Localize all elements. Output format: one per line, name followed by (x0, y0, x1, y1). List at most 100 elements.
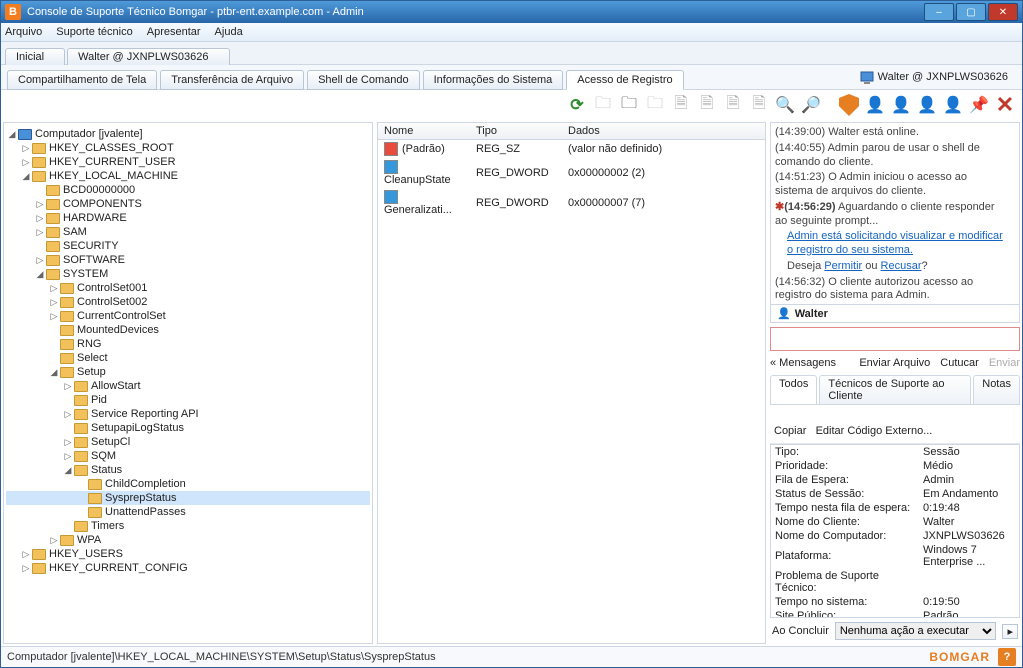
menu-present[interactable]: Apresentar (147, 26, 201, 38)
tree-item[interactable]: ▷HKEY_CLASSES_ROOT (6, 141, 370, 155)
table-row[interactable]: CleanupStateREG_DWORD0x00000002 (2) (378, 158, 765, 188)
tree-item[interactable]: ▷SQM (6, 449, 370, 463)
send-button[interactable]: Enviar (989, 357, 1020, 369)
tree-item[interactable]: UnattendPasses (6, 505, 370, 519)
table-row[interactable]: (Padrão)REG_SZ(valor não definido) (378, 140, 765, 159)
tree-item-selected[interactable]: SysprepStatus (6, 491, 370, 505)
main-area: ◢Computador [jvalente] ▷HKEY_CLASSES_ROO… (1, 120, 1022, 646)
chat-entry: (14:40:55) Admin parou de usar o shell d… (775, 142, 1007, 170)
tree-item[interactable]: ▷ControlSet001 (6, 281, 370, 295)
info-tab-notes[interactable]: Notas (973, 375, 1020, 404)
chat-deny-link[interactable]: Recusar (881, 260, 922, 272)
registry-tree[interactable]: ◢Computador [jvalente] ▷HKEY_CLASSES_ROO… (4, 123, 372, 579)
reg-action-6-icon[interactable]: 🗎 (722, 94, 744, 116)
chat-log: (14:39:00) Walter está online. (14:40:55… (770, 122, 1020, 305)
nudge-button[interactable]: Cutucar (940, 357, 979, 369)
info-tab-techs[interactable]: Técnicos de Suporte ao Cliente (819, 375, 971, 404)
reg-value-icon (384, 160, 398, 174)
user-remove-icon[interactable]: 👤 (916, 94, 938, 116)
reg-action-1-icon[interactable]: 🗀 (592, 94, 614, 116)
status-path: Computador [jvalente]\HKEY_LOCAL_MACHINE… (7, 651, 929, 663)
registry-values-table[interactable]: Nome Tipo Dados (Padrão)REG_SZ(valor não… (378, 123, 765, 218)
help-button[interactable]: ? (998, 648, 1016, 666)
tree-item[interactable]: SECURITY (6, 239, 370, 253)
edit-external-action[interactable]: Editar Código Externo... (816, 425, 933, 437)
tree-item[interactable]: ◢HKEY_LOCAL_MACHINE (6, 169, 370, 183)
chat-entry: (14:56:32) O cliente autorizou acesso ao… (775, 276, 1007, 304)
table-row[interactable]: Generalizati...REG_DWORD0x00000007 (7) (378, 188, 765, 218)
tree-item[interactable]: ▷HARDWARE (6, 211, 370, 225)
tree-item[interactable]: ▷HKEY_CURRENT_CONFIG (6, 561, 370, 575)
tree-item[interactable]: ▷AllowStart (6, 379, 370, 393)
close-session-icon[interactable]: ✕ (994, 94, 1016, 116)
tree-item[interactable]: ▷SetupCl (6, 435, 370, 449)
copy-action[interactable]: Copiar (774, 425, 806, 437)
property-row: Tempo nesta fila de espera:0:19:48 (771, 501, 1019, 515)
tree-item[interactable]: ▷HKEY_CURRENT_USER (6, 155, 370, 169)
session-tab-active[interactable]: Walter @ JXNPLWS03626 (67, 48, 229, 65)
reg-action-2-icon[interactable]: 🗀 (618, 94, 640, 116)
menu-help[interactable]: Ajuda (215, 26, 243, 38)
tree-item[interactable]: ◢Status (6, 463, 370, 477)
tree-item[interactable]: RNG (6, 337, 370, 351)
user-add-icon[interactable]: 👤 (864, 94, 886, 116)
conclude-go-button[interactable]: ▸ (1002, 624, 1018, 639)
tree-item[interactable]: SetupapiLogStatus (6, 421, 370, 435)
chat-user-row: 👤 Walter (770, 305, 1020, 323)
search-icon[interactable]: 🔍 (774, 94, 796, 116)
col-name[interactable]: Nome (378, 123, 470, 140)
info-tab-all[interactable]: Todos (770, 375, 817, 404)
chat-user-name: Walter (795, 308, 828, 320)
reg-action-3-icon[interactable]: 🗀 (644, 94, 666, 116)
reg-action-4-icon[interactable]: 🗎 (670, 94, 692, 116)
tree-item[interactable]: ▷Service Reporting API (6, 407, 370, 421)
tree-item[interactable]: ChildCompletion (6, 477, 370, 491)
tab-screen-sharing[interactable]: Compartilhamento de Tela (7, 70, 157, 90)
property-row: Plataforma:Windows 7 Enterprise ... (771, 543, 1019, 569)
user-add-green-icon[interactable]: 👤 (890, 94, 912, 116)
tree-item[interactable]: Pid (6, 393, 370, 407)
feature-tabs: Compartilhamento de Tela Transferência d… (1, 65, 1022, 90)
tree-item[interactable]: Timers (6, 519, 370, 533)
col-type[interactable]: Tipo (470, 123, 562, 140)
menu-support[interactable]: Suporte técnico (56, 26, 132, 38)
reg-value-icon (384, 190, 398, 204)
tree-item[interactable]: BCD00000000 (6, 183, 370, 197)
minimize-button[interactable]: – (924, 3, 954, 21)
chat-permit-link[interactable]: Permitir (824, 260, 862, 272)
refresh-icon[interactable]: ⟳ (566, 94, 588, 116)
tree-item[interactable]: ▷COMPONENTS (6, 197, 370, 211)
window-close-button[interactable]: ✕ (988, 3, 1018, 21)
tree-item[interactable]: Select (6, 351, 370, 365)
send-file-button[interactable]: Enviar Arquivo (859, 357, 930, 369)
search-next-icon[interactable]: 🔎 (800, 94, 822, 116)
tree-item[interactable]: ▷ControlSet002 (6, 295, 370, 309)
tab-file-transfer[interactable]: Transferência de Arquivo (160, 70, 304, 90)
user-b-icon[interactable]: 👤 (942, 94, 964, 116)
pin-icon[interactable]: 📌 (968, 94, 990, 116)
tree-item[interactable]: ◢SYSTEM (6, 267, 370, 281)
chat-link[interactable]: Admin está solicitando visualizar e modi… (787, 230, 1003, 256)
menu-file[interactable]: Arquivo (5, 26, 42, 38)
reg-action-5-icon[interactable]: 🗎 (696, 94, 718, 116)
tree-item[interactable]: ▷SOFTWARE (6, 253, 370, 267)
tree-item[interactable]: ▷WPA (6, 533, 370, 547)
tab-system-info[interactable]: Informações do Sistema (423, 70, 564, 90)
tree-item[interactable]: ▷CurrentControlSet (6, 309, 370, 323)
tree-root[interactable]: ◢Computador [jvalente] (6, 127, 370, 141)
session-tab-initial[interactable]: Inicial (5, 48, 65, 65)
tree-item[interactable]: ▷HKEY_USERS (6, 547, 370, 561)
conclude-select[interactable]: Nenhuma ação a executar (835, 622, 997, 640)
messages-button[interactable]: « Mensagens (770, 357, 836, 369)
col-data[interactable]: Dados (562, 123, 765, 140)
tab-command-shell[interactable]: Shell de Comando (307, 70, 420, 90)
maximize-button[interactable]: ▢ (956, 3, 986, 21)
tree-item[interactable]: MountedDevices (6, 323, 370, 337)
tree-item[interactable]: ▷SAM (6, 225, 370, 239)
reg-action-7-icon[interactable]: 🗎 (748, 94, 770, 116)
elevate-icon[interactable] (838, 94, 860, 116)
tree-item[interactable]: ◢Setup (6, 365, 370, 379)
chat-input[interactable] (770, 327, 1020, 351)
client-label: Walter @ JXNPLWS03626 (878, 71, 1016, 83)
tab-registry-access[interactable]: Acesso de Registro (566, 70, 683, 90)
